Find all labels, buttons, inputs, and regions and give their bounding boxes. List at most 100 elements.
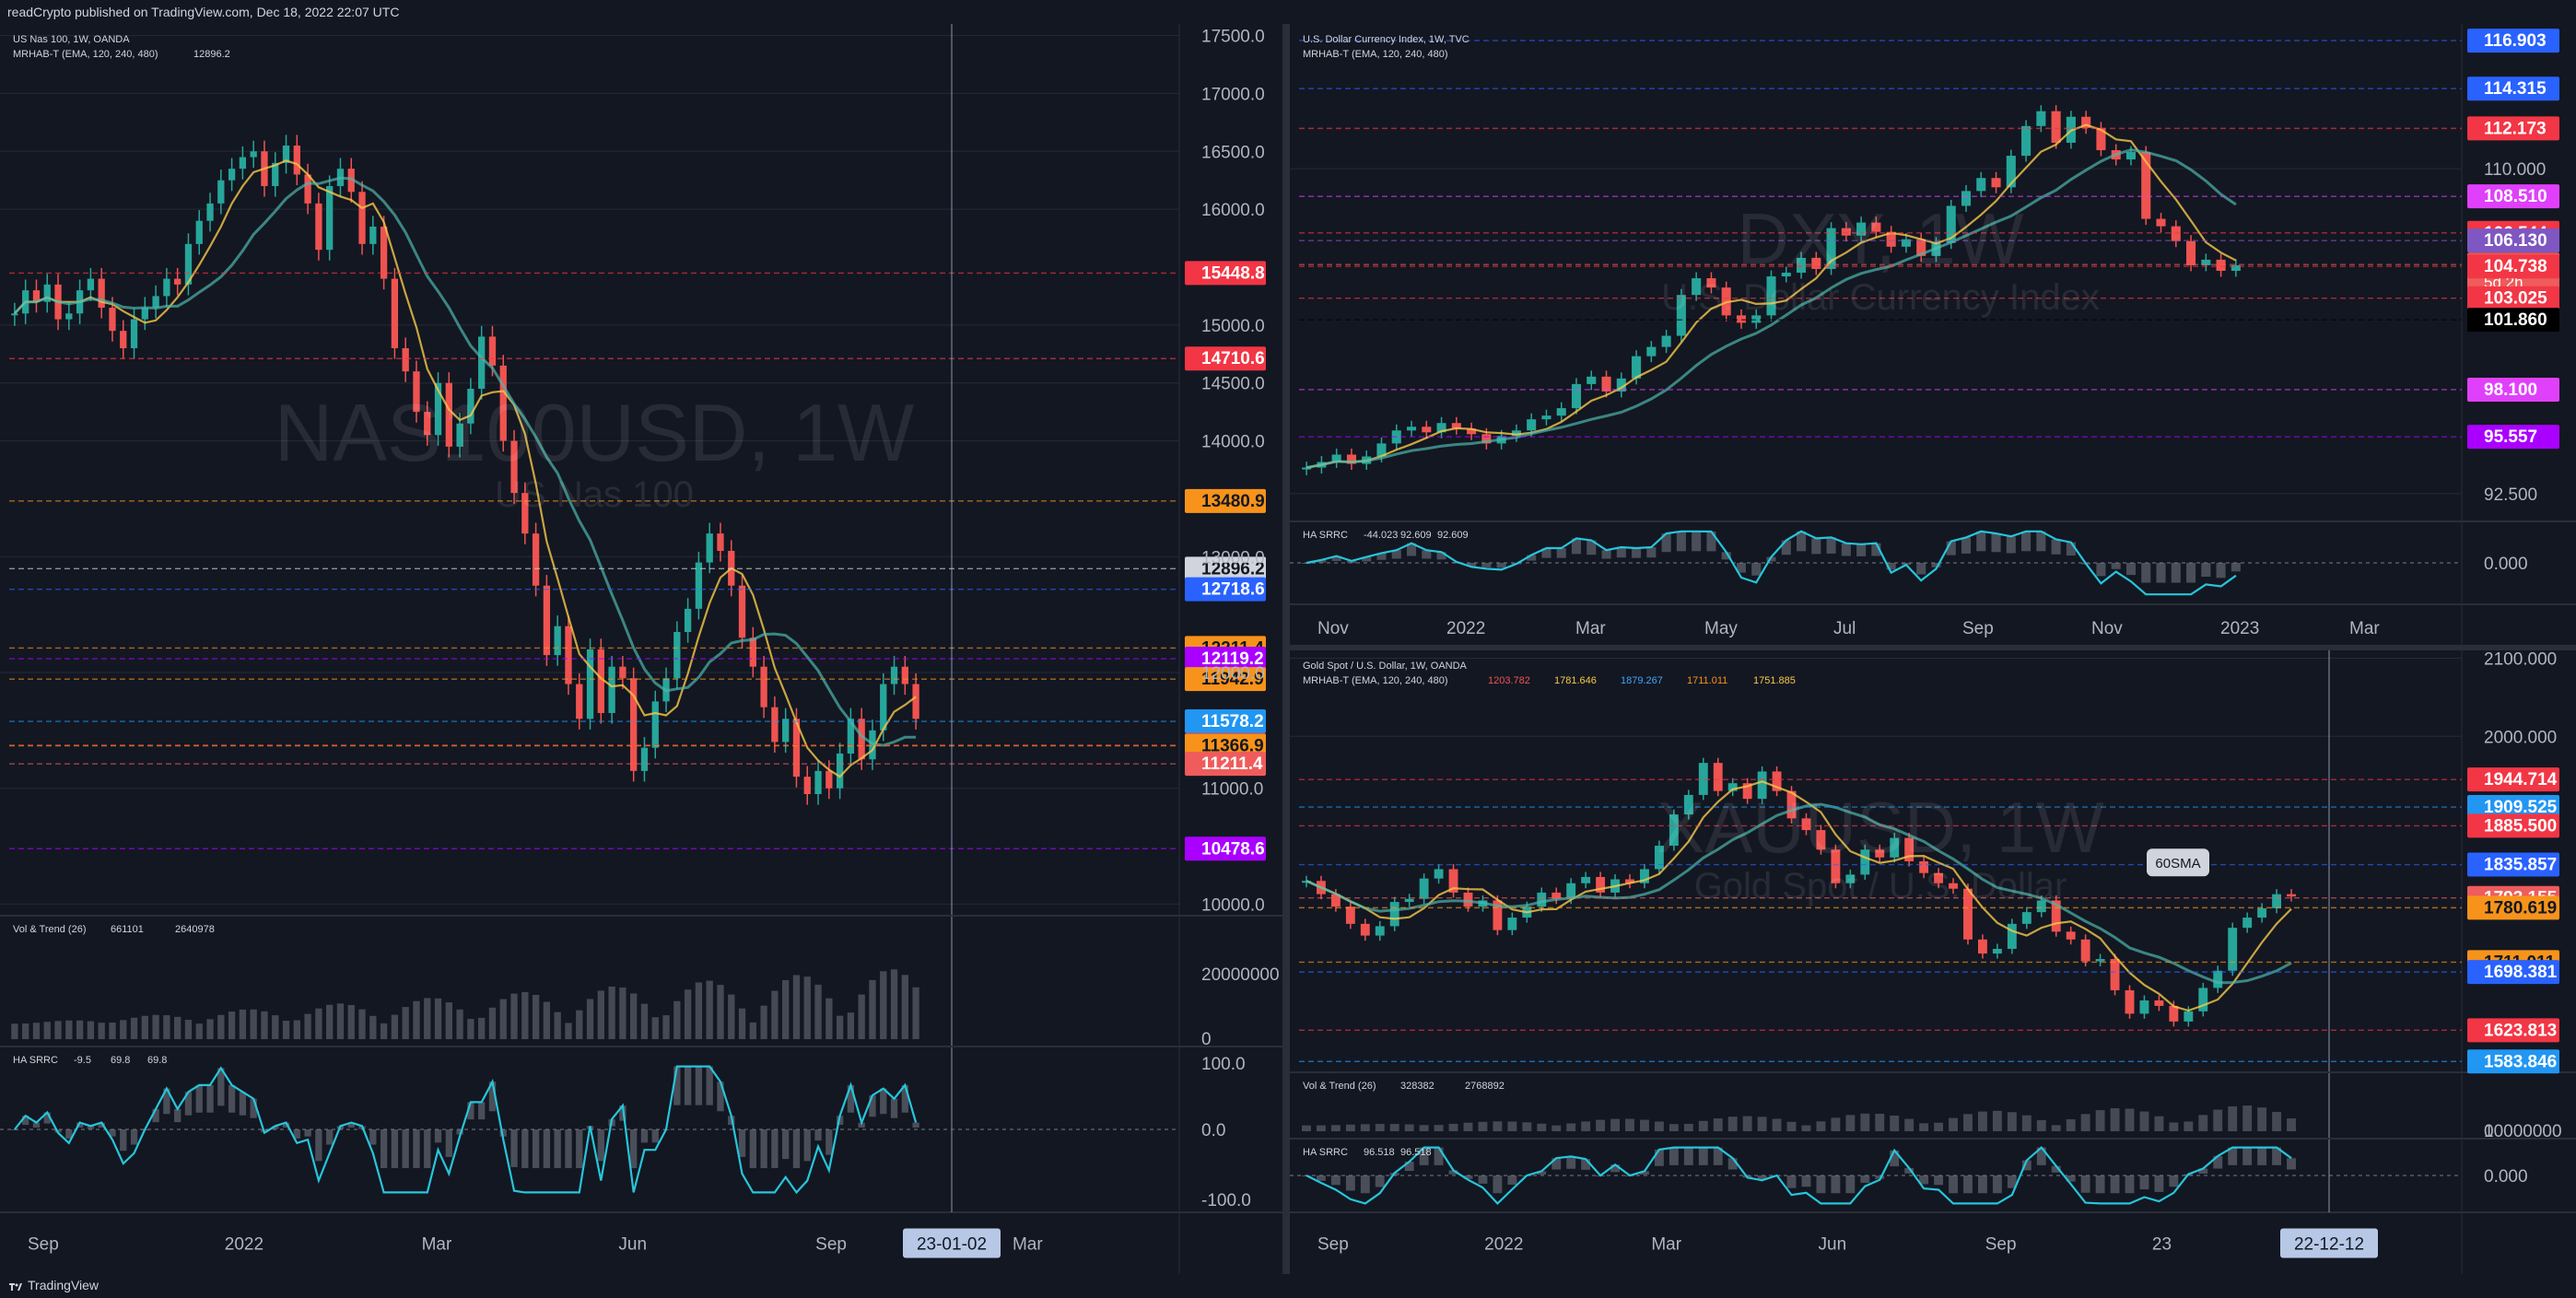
xau-price-label: 1583.846 (2484, 1052, 2557, 1071)
dxy-osc-bar (1856, 544, 1867, 556)
xau-candle (2021, 912, 2032, 924)
nas-candle (717, 533, 724, 551)
dxy-osc-bar (1751, 563, 1762, 576)
nas-candle (890, 666, 898, 684)
xau-osc-bar (2154, 1175, 2164, 1192)
nas-vol-bar (478, 1017, 486, 1039)
xau-candle (1404, 898, 1414, 903)
nas-osc-bar (434, 1129, 442, 1143)
nas-price-label: 12718.6 (1201, 580, 1265, 600)
nas-candle (206, 203, 214, 221)
nas-price-label: 10478.6 (1201, 839, 1265, 859)
nas-price-label: 11211.4 (1201, 754, 1263, 774)
dxy-osc-bar (2036, 531, 2046, 552)
nas-vol-bar (98, 1023, 105, 1039)
xau-vol-bar (1610, 1118, 1620, 1131)
xau-osc-bar (1845, 1175, 1856, 1194)
nas-osc-bar (521, 1129, 529, 1169)
nas-vol-bar (576, 1010, 583, 1039)
nas-vol-bar (640, 1003, 649, 1039)
nas-vol-bar (565, 1023, 572, 1039)
dxy-price-label: 114.315 (2484, 79, 2547, 99)
nas-x-tick-label: Mar (422, 1235, 452, 1255)
nas-vol-bar (402, 1007, 409, 1039)
xau-legend-indicator-value: 1203.782 (1488, 675, 1530, 686)
nas-vol-bar (738, 1008, 746, 1039)
xau-vol-bar (1786, 1121, 1797, 1131)
nas-vol-bar (792, 975, 801, 1039)
xau-vol-bar (2272, 1112, 2282, 1131)
nas-watermark-symbol: NAS100USD, 1W (275, 387, 914, 478)
nas-osc-bar (684, 1066, 692, 1105)
nas-vol-bar (532, 994, 540, 1039)
xau-candle (2242, 918, 2253, 929)
nas-vol-bar (706, 980, 713, 1039)
xau-price-label: 1780.619 (2484, 898, 2557, 918)
xau-osc-bar (1816, 1175, 1826, 1194)
nas-vol-legend: Vol & Trend (26) (13, 924, 87, 935)
dxy-candle (1587, 376, 1597, 384)
xau-vol-bar (1522, 1122, 1532, 1131)
xau-vol-bar (2184, 1121, 2194, 1131)
charts-canvas[interactable]: NAS100USD, 1WUS Nas 100 15448.8 14710.6 134… (0, 24, 2576, 1274)
nas-x-tick-label: Sep (28, 1235, 59, 1255)
dxy-candle (2021, 125, 2032, 157)
nas-vol-bar (326, 1004, 334, 1039)
xau-candle (2184, 1011, 2194, 1022)
xau-osc-bar (1963, 1175, 1973, 1194)
xau-vol-bar (1375, 1124, 1385, 1131)
nas-osc-bar (217, 1068, 225, 1106)
xau-osc-bar (1949, 1175, 1958, 1194)
xau-osc-bar (1360, 1175, 1370, 1194)
nas-vol-bar (120, 1020, 127, 1039)
dxy-price-label: 98.100 (2484, 380, 2537, 400)
dxy-osc-bar (1556, 548, 1566, 558)
nas-vol-bar (272, 1015, 279, 1039)
xau-vol-bar (1669, 1124, 1679, 1131)
nas-osc-legend-value: 69.8 (111, 1055, 130, 1066)
nas-candle (87, 278, 95, 291)
nas-vol-bar (87, 1021, 95, 1039)
nas-vol-bar (261, 1011, 268, 1039)
dxy-osc-bar (2066, 542, 2076, 556)
xau-osc-bar (1669, 1147, 1679, 1165)
nas-legend-indicator-value: 12896.2 (193, 49, 230, 60)
nas-vol-bar (109, 1022, 116, 1039)
dxy-osc-bar (2231, 563, 2241, 572)
nas-vol-bar (424, 998, 431, 1039)
xau-osc-bar (1786, 1175, 1797, 1188)
nas-candle (760, 666, 767, 707)
xau-candle (1992, 948, 2002, 954)
dxy-osc-bar (2141, 563, 2151, 583)
dxy-osc-bar (1601, 550, 1611, 559)
xau-price-label: 1835.857 (2484, 856, 2557, 875)
xau-x-tick-label: Sep (1985, 1235, 2017, 1255)
xau-candle (1360, 923, 1370, 936)
xau-price-label: 1885.500 (2484, 816, 2557, 836)
footer-brand: TradingView (28, 1278, 100, 1292)
xau-vol-legend-value: 328382 (1400, 1081, 1434, 1092)
nas-osc-bar (315, 1129, 322, 1162)
xau-y-tick-label: 2000.000 (2484, 728, 2557, 747)
nas-osc-tick-label: 100.0 (1201, 1055, 1246, 1074)
xau-vol-bar (2051, 1125, 2061, 1131)
xau-vol-bar (1934, 1122, 1944, 1131)
nas-candle (239, 157, 247, 170)
xau-vol-tick-label: 10000000 (2484, 1122, 2562, 1141)
xau-vol-bar (1448, 1123, 1458, 1131)
nas-candle (684, 608, 692, 632)
dxy-candle (1571, 383, 1582, 409)
nas-vol-bar (651, 1017, 659, 1039)
dxy-price-label: 103.025 (2484, 289, 2547, 309)
dxy-x-tick-label: May (1704, 619, 1738, 638)
xau-vol-bar (2287, 1118, 2296, 1131)
nas-osc-bar (424, 1129, 431, 1169)
xau-candle (2007, 923, 2017, 949)
nas-y-tick-label: 10000.0 (1201, 895, 1265, 915)
nas-vol-bar (347, 1004, 355, 1039)
xau-vol-bar (1816, 1121, 1826, 1131)
dxy-candle (2216, 259, 2226, 271)
xau-candle (1537, 892, 1547, 907)
nas-vol-bar (195, 1023, 203, 1039)
nas-osc-bar (825, 1129, 833, 1155)
